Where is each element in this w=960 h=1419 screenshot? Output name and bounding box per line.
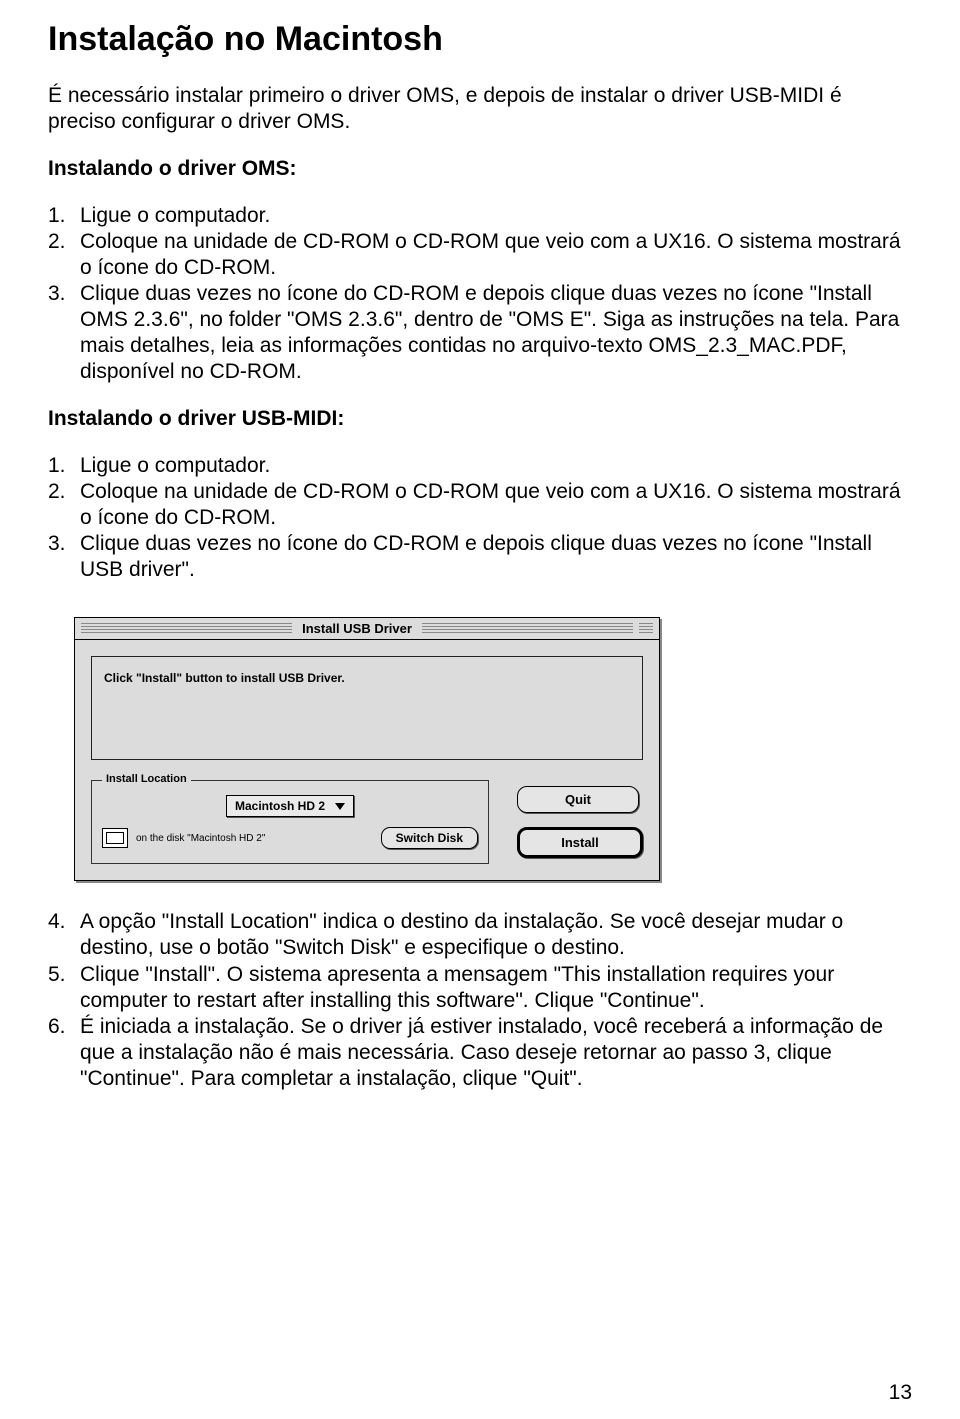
- list-item: 1.Ligue o computador.: [48, 453, 912, 479]
- titlebar-stripes-left: [81, 623, 292, 635]
- titlebar-stripes-right: [422, 623, 633, 635]
- section-oms-heading: Instalando o driver OMS:: [48, 157, 912, 181]
- install-button[interactable]: Install: [517, 827, 643, 858]
- intro-paragraph: É necessário instalar primeiro o driver …: [48, 83, 912, 135]
- quit-button[interactable]: Quit: [517, 786, 639, 813]
- disk-select[interactable]: Macintosh HD 2: [226, 795, 354, 817]
- usb-steps-list-a: 1.Ligue o computador. 2.Coloque na unida…: [48, 453, 912, 583]
- page-number: 13: [889, 1381, 912, 1405]
- page-title: Instalação no Macintosh: [48, 20, 912, 59]
- list-item: 2.Coloque na unidade de CD-ROM o CD-ROM …: [48, 229, 912, 281]
- list-item: 4.A opção "Install Location" indica o de…: [48, 909, 912, 961]
- list-item: 3.Clique duas vezes no ícone do CD-ROM e…: [48, 281, 912, 385]
- section-usb-heading: Instalando o driver USB-MIDI:: [48, 407, 912, 431]
- step-text: Coloque na unidade de CD-ROM o CD-ROM qu…: [80, 480, 901, 529]
- window-collapse-icon[interactable]: [639, 623, 653, 635]
- step-text: Coloque na unidade de CD-ROM o CD-ROM qu…: [80, 230, 901, 279]
- list-item: 2.Coloque na unidade de CD-ROM o CD-ROM …: [48, 479, 912, 531]
- disk-icon: [102, 828, 128, 848]
- step-text: Clique duas vezes no ícone do CD-ROM e d…: [80, 282, 899, 383]
- step-text: A opção "Install Location" indica o dest…: [80, 910, 843, 959]
- dialog-message-box: Click "Install" button to install USB Dr…: [91, 656, 643, 760]
- dialog-body: Click "Install" button to install USB Dr…: [75, 640, 659, 880]
- dialog-titlebar: Install USB Driver: [75, 618, 659, 640]
- disk-select-value: Macintosh HD 2: [235, 799, 325, 813]
- list-item: 5.Clique "Install". O sistema apresenta …: [48, 962, 912, 1014]
- install-dialog: Install USB Driver Click "Install" butto…: [74, 617, 660, 881]
- step-text: Ligue o computador.: [80, 454, 270, 477]
- chevron-down-icon: [335, 803, 345, 810]
- switch-disk-button[interactable]: Switch Disk: [381, 827, 478, 849]
- step-text: É iniciada a instalação. Se o driver já …: [80, 1015, 883, 1090]
- list-item: 6.É iniciada a instalação. Se o driver j…: [48, 1014, 912, 1092]
- usb-steps-list-b: 4.A opção "Install Location" indica o de…: [48, 909, 912, 1091]
- install-location-group: Install Location Macintosh HD 2 on the d…: [91, 780, 489, 864]
- step-text: Clique "Install". O sistema apresenta a …: [80, 963, 834, 1012]
- oms-steps-list: 1.Ligue o computador. 2.Coloque na unida…: [48, 203, 912, 385]
- dialog-message-text: Click "Install" button to install USB Dr…: [104, 671, 630, 685]
- list-item: 1.Ligue o computador.: [48, 203, 912, 229]
- install-dialog-screenshot: Install USB Driver Click "Install" butto…: [74, 617, 660, 881]
- list-item: 3.Clique duas vezes no ícone do CD-ROM e…: [48, 531, 912, 583]
- dialog-buttons: Quit Install: [517, 780, 643, 864]
- on-disk-text: on the disk "Macintosh HD 2": [136, 833, 265, 844]
- step-text: Ligue o computador.: [80, 204, 270, 227]
- dialog-title: Install USB Driver: [292, 621, 422, 636]
- install-location-legend: Install Location: [102, 773, 191, 785]
- step-text: Clique duas vezes no ícone do CD-ROM e d…: [80, 532, 872, 581]
